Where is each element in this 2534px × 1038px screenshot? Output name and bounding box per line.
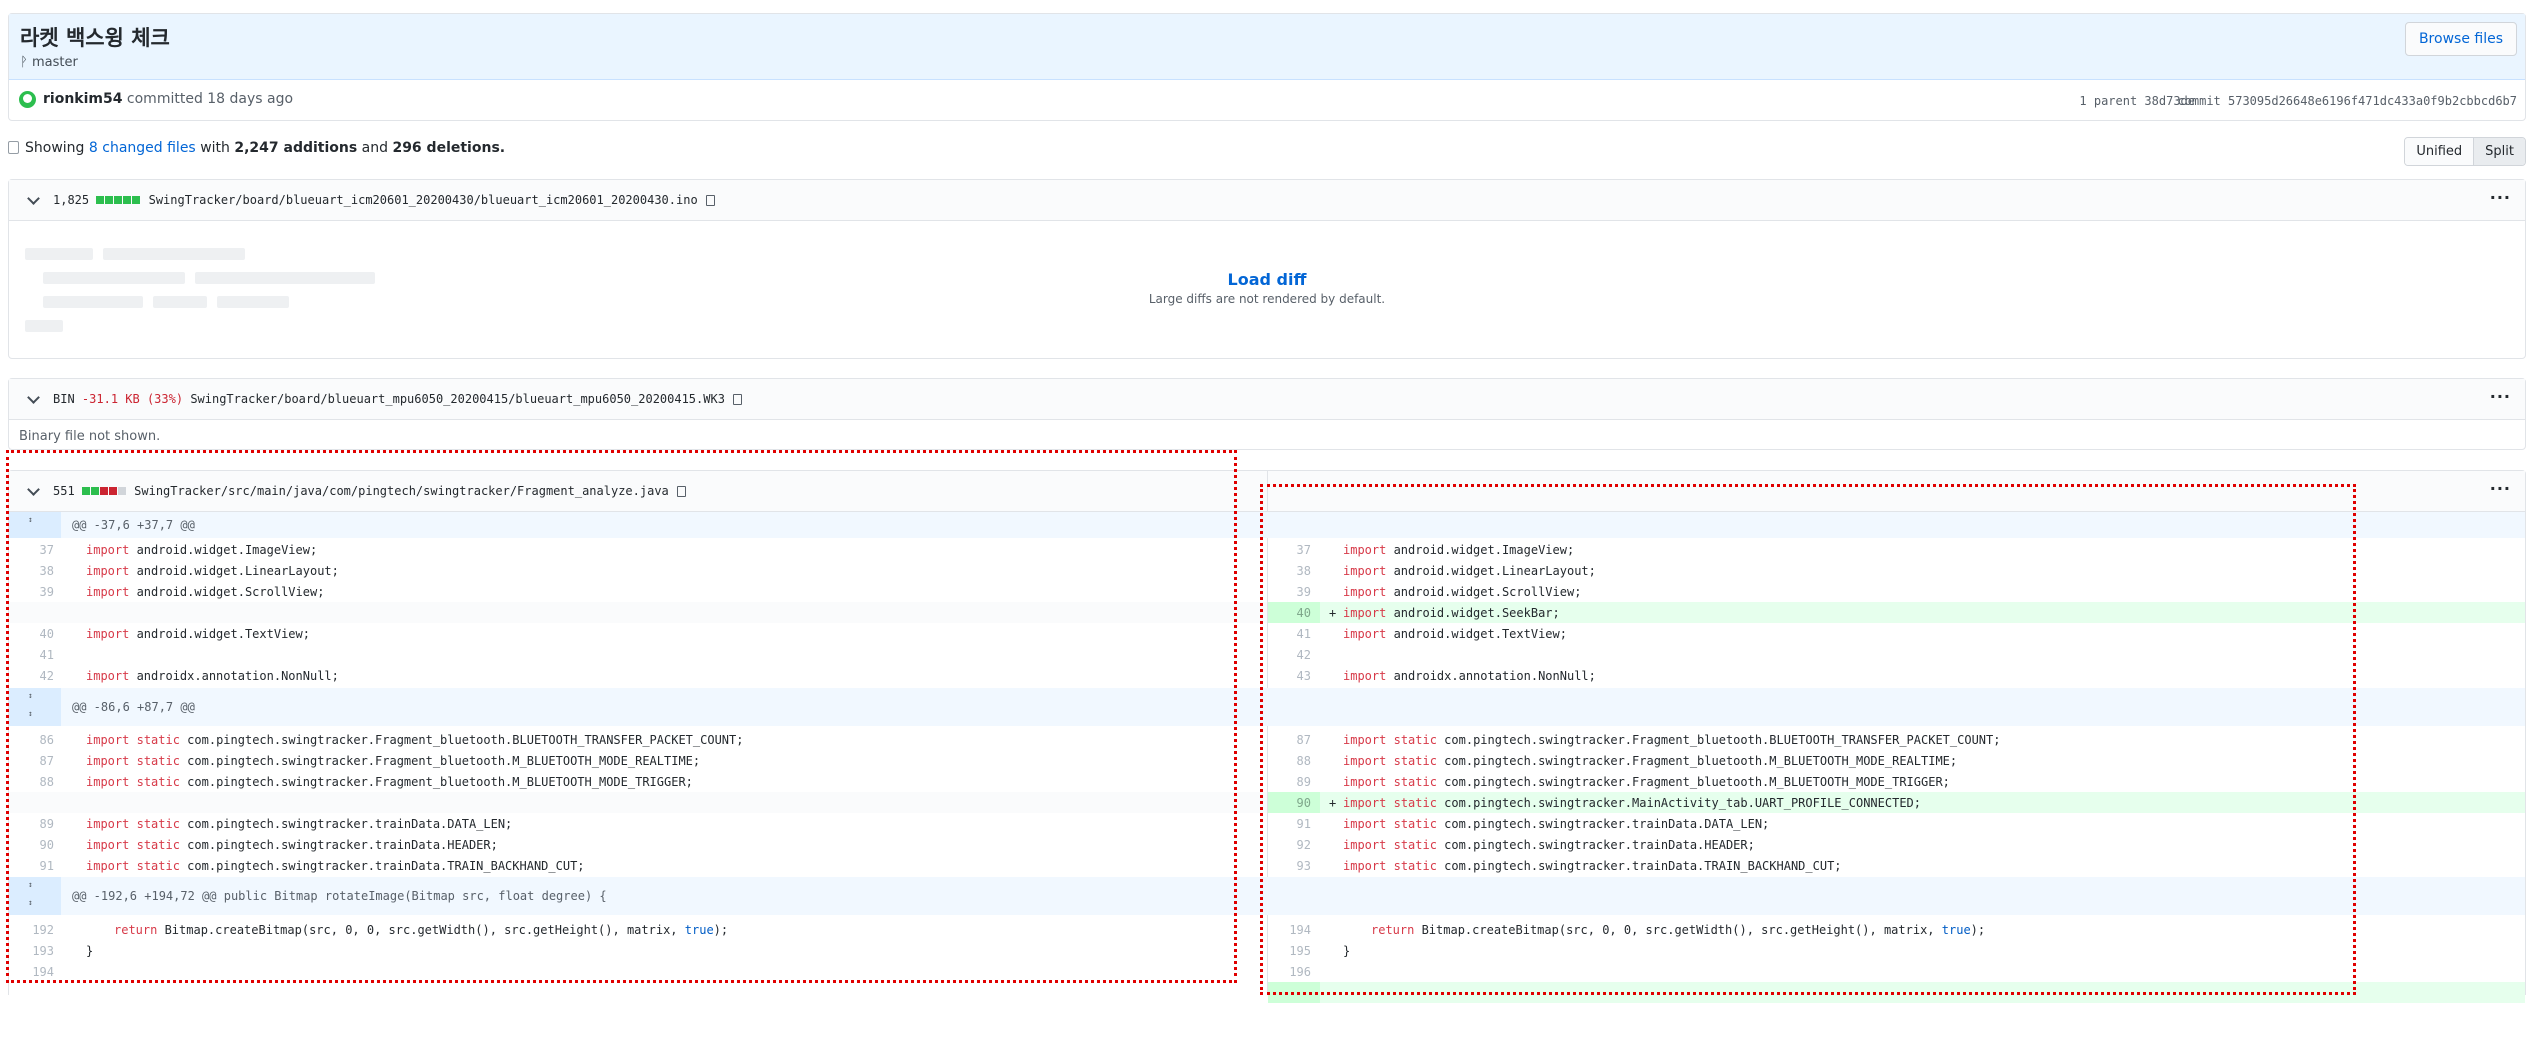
diffstat-bar	[96, 193, 141, 207]
annotation-box-right	[1260, 484, 2356, 995]
committed-text: committed 18 days ago	[126, 91, 294, 107]
file-header-text: 1,825 SwingTracker/board/blueuart_icm206…	[53, 193, 715, 207]
file-diff-wk3: BIN -31.1 KB (33%) SwingTracker/board/bl…	[8, 378, 2526, 450]
binary-note: Binary file not shown.	[19, 429, 161, 444]
summary-showing: Showing	[25, 140, 85, 156]
browse-files-button[interactable]: Browse files	[2404, 22, 2517, 56]
commit-title: 라켓 백스윙 체크	[20, 26, 170, 50]
file-header-text: BIN -31.1 KB (33%) SwingTracker/board/bl…	[53, 392, 742, 406]
commit-sha: commit 573095d26648e6196f471dc433a0f9b2c…	[2177, 94, 2517, 108]
more-options-icon[interactable]: ···	[2490, 479, 2511, 498]
load-diff-link[interactable]: Load diff	[9, 270, 2525, 289]
copy-icon[interactable]	[732, 394, 742, 405]
chevron-down-icon[interactable]	[27, 192, 40, 205]
file-diff-ino: 1,825 SwingTracker/board/blueuart_icm206…	[8, 179, 2526, 359]
file-header: BIN -31.1 KB (33%) SwingTracker/board/bl…	[9, 379, 2525, 420]
split-button[interactable]: Split	[2474, 138, 2525, 165]
deletions-count: 296 deletions.	[392, 140, 506, 156]
diff-view-toggle: Unified Split	[2404, 137, 2526, 166]
diffstat-count: 1,825	[53, 193, 90, 207]
avatar[interactable]	[19, 91, 36, 108]
file-path[interactable]: SwingTracker/board/blueuart_icm20601_202…	[149, 193, 698, 207]
copy-icon[interactable]	[705, 195, 715, 206]
unified-button[interactable]: Unified	[2405, 138, 2475, 165]
changed-files-link[interactable]: 8 changed files	[89, 140, 196, 156]
author-line: rionkim54 committed 18 days ago	[43, 91, 293, 107]
diff-summary: Showing 8 changed files with 2,247 addit…	[8, 140, 505, 156]
summary-and: and	[361, 140, 388, 156]
binary-size-change: -31.1 KB (33%)	[81, 392, 184, 406]
chevron-down-icon[interactable]	[27, 391, 40, 404]
load-diff-area: Load diff Large diffs are not rendered b…	[9, 270, 2525, 306]
more-options-icon[interactable]: ···	[2490, 387, 2511, 406]
annotation-box-left	[6, 450, 1237, 983]
summary-with: with	[200, 140, 230, 156]
file-header: 1,825 SwingTracker/board/blueuart_icm206…	[9, 180, 2525, 221]
more-options-icon[interactable]: ···	[2490, 188, 2511, 207]
branch-name: master	[31, 55, 78, 70]
file-diff-icon	[8, 141, 19, 154]
branch-label[interactable]: ᚹ master	[20, 55, 78, 70]
load-diff-note: Large diffs are not rendered by default.	[1148, 292, 1386, 306]
file-path[interactable]: SwingTracker/board/blueuart_mpu6050_2020…	[190, 392, 725, 406]
additions-count: 2,247 additions	[234, 140, 358, 156]
branch-icon: ᚹ	[20, 55, 28, 70]
commit-header: 라켓 백스윙 체크 ᚹ master Browse files rionkim5…	[8, 13, 2526, 121]
commit-meta: rionkim54 committed 18 days ago 1 parent…	[9, 80, 2525, 120]
commit-title-bar: 라켓 백스윙 체크 ᚹ master Browse files	[9, 14, 2525, 80]
diffstat-count: BIN	[53, 392, 75, 406]
author-link[interactable]: rionkim54	[43, 91, 122, 107]
